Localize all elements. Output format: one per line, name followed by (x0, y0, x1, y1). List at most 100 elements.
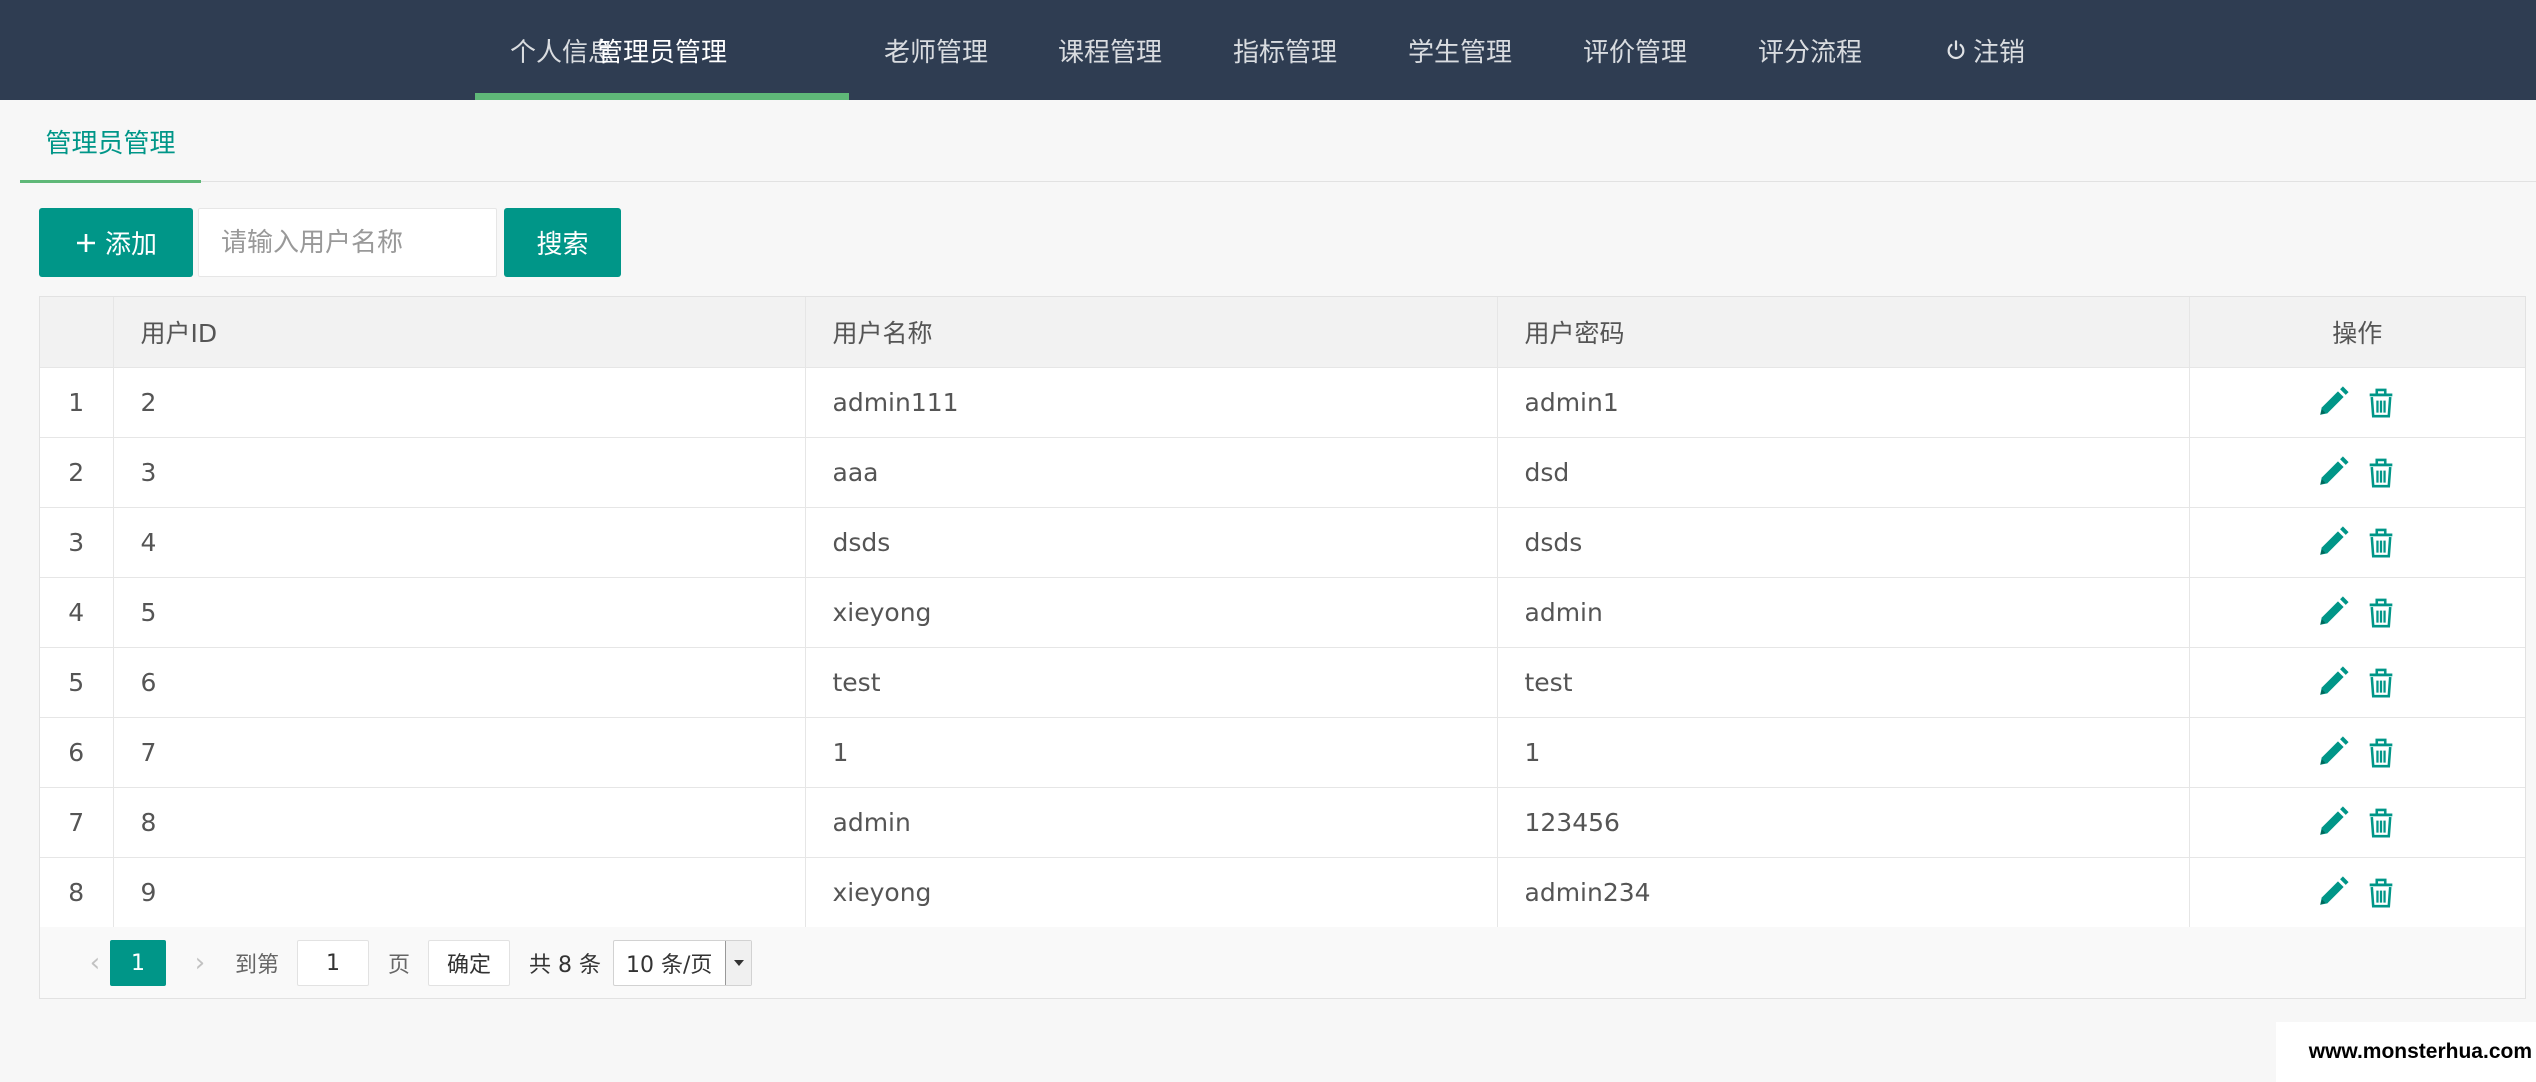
prev-page-icon[interactable]: ‹ (75, 927, 115, 998)
nav-item-student-management[interactable]: 学生管理 (1392, 0, 1528, 100)
nav-item-label: 指标管理 (1232, 37, 1337, 68)
chevron-down-icon (725, 941, 751, 985)
cell-user-password: 123456 (1497, 787, 2190, 858)
cell-user-password: dsds (1497, 507, 2190, 578)
edit-icon[interactable] (2316, 665, 2350, 699)
table-row: 3 4 dsds dsds (40, 507, 2525, 578)
cell-user-id: 7 (113, 717, 806, 788)
tab-label: 管理员管理 (45, 128, 176, 159)
table-header-row: 用户ID 用户名称 用户密码 操作 (40, 297, 2525, 368)
column-header-user-name[interactable]: 用户名称 (805, 297, 1498, 368)
edit-icon[interactable] (2316, 805, 2350, 839)
row-index: 8 (40, 857, 114, 928)
table-row: 6711 (40, 717, 2525, 788)
tab-admin-management[interactable]: 管理员管理 (20, 100, 201, 183)
nav-item-course-management[interactable]: 课程管理 (1042, 0, 1178, 100)
page-size-select[interactable]: 10 条/页 (613, 940, 752, 986)
total-count-label: 共 8 条 (529, 952, 601, 978)
cell-actions (2189, 857, 2525, 928)
edit-icon[interactable] (2316, 385, 2350, 419)
cell-user-name: 1 (805, 717, 1498, 788)
edit-icon[interactable] (2316, 735, 2350, 769)
column-header-user-id[interactable]: 用户ID (113, 297, 806, 368)
pagination: ‹ 1 › 到第 1 页 确定 共 8 条 10 条/页 (40, 927, 2525, 998)
cell-user-name: dsds (805, 507, 1498, 578)
data-table: 用户ID 用户名称 用户密码 操作 1 2 admin111 admin1 2 3 aaa d… (40, 297, 2525, 928)
cell-actions (2189, 367, 2525, 438)
nav-item-indicator-management[interactable]: 指标管理 (1217, 0, 1353, 100)
cell-user-id: 9 (113, 857, 806, 928)
next-page-icon[interactable]: › (180, 927, 220, 998)
cell-user-id: 4 (113, 507, 806, 578)
watermark: www.monsterhua.com (2276, 1022, 2536, 1082)
trash-icon[interactable] (2364, 665, 2398, 699)
trash-icon[interactable] (2364, 455, 2398, 489)
add-button-label: 添加 (104, 230, 157, 260)
top-navigation: 个人信息 管理员管理 老师管理 课程管理 指标管理 学生管理 评价管理 评分流程… (0, 0, 2536, 100)
trash-icon[interactable] (2364, 735, 2398, 769)
nav-item-teacher-management[interactable]: 老师管理 (868, 0, 1004, 100)
cell-user-password: dsd (1497, 437, 2190, 508)
current-page-button[interactable]: 1 (110, 940, 166, 986)
cell-user-id: 3 (113, 437, 806, 508)
confirm-page-button[interactable]: 确定 (428, 940, 510, 986)
cell-actions (2189, 647, 2525, 718)
nav-item-label: 老师管理 (883, 37, 988, 68)
cell-user-password: admin234 (1497, 857, 2190, 928)
goto-prefix-label: 到第 (235, 952, 280, 978)
edit-icon[interactable] (2316, 595, 2350, 629)
row-index: 6 (40, 717, 114, 788)
search-button[interactable]: 搜索 (504, 208, 621, 277)
nav-item-admin-management[interactable]: 管理员管理 (475, 0, 849, 100)
cell-user-name: admin111 (805, 367, 1498, 438)
table-row: 1 2 admin111 admin1 (40, 367, 2525, 438)
table-row: 5 6 test test (40, 647, 2525, 718)
cell-user-password: 1 (1497, 717, 2190, 788)
nav-item-label: 注销 (1972, 37, 2025, 68)
row-index: 2 (40, 437, 114, 508)
cell-user-password: admin (1497, 577, 2190, 648)
table-row: 8 9 xieyong admin234 (40, 857, 2525, 928)
cell-user-id: 2 (113, 367, 806, 438)
row-index: 3 (40, 507, 114, 578)
cell-user-id: 8 (113, 787, 806, 858)
page-size-value: 10 条/页 (626, 953, 713, 978)
trash-icon[interactable] (2364, 805, 2398, 839)
edit-icon[interactable] (2316, 875, 2350, 909)
edit-icon[interactable] (2316, 455, 2350, 489)
column-header-user-password[interactable]: 用户密码 (1497, 297, 2190, 368)
edit-icon[interactable] (2316, 525, 2350, 559)
cell-actions (2189, 507, 2525, 578)
table-row: 7 8 admin 123456 (40, 787, 2525, 858)
row-index: 7 (40, 787, 114, 858)
nav-item-logout[interactable]: 注销 (1925, 0, 2045, 100)
add-button[interactable]: 添加 (39, 208, 193, 277)
goto-page-input[interactable]: 1 (297, 940, 369, 986)
nav-item-evaluation-management[interactable]: 评价管理 (1567, 0, 1703, 100)
trash-icon[interactable] (2364, 875, 2398, 909)
search-input[interactable] (198, 208, 497, 277)
cell-user-name: aaa (805, 437, 1498, 508)
cell-user-password: admin1 (1497, 367, 2190, 438)
cell-user-id: 6 (113, 647, 806, 718)
nav-item-label: 管理员管理 (596, 37, 727, 68)
cell-user-name: xieyong (805, 577, 1498, 648)
nav-item-label: 学生管理 (1407, 37, 1512, 68)
column-header-index (40, 297, 114, 368)
cell-actions (2189, 577, 2525, 648)
table-row: 4 5 xieyong admin (40, 577, 2525, 648)
search-button-label: 搜索 (536, 230, 589, 260)
column-header-actions: 操作 (2189, 297, 2525, 368)
cell-user-name: admin (805, 787, 1498, 858)
trash-icon[interactable] (2364, 595, 2398, 629)
tab-bar: 管理员管理 (20, 100, 2536, 183)
row-index: 1 (40, 367, 114, 438)
cell-actions (2189, 787, 2525, 858)
power-icon (1947, 40, 1965, 60)
plus-icon (76, 233, 95, 252)
trash-icon[interactable] (2364, 385, 2398, 419)
cell-user-password: test (1497, 647, 2190, 718)
cell-user-name: test (805, 647, 1498, 718)
trash-icon[interactable] (2364, 525, 2398, 559)
nav-item-scoring-process[interactable]: 评分流程 (1742, 0, 1878, 100)
